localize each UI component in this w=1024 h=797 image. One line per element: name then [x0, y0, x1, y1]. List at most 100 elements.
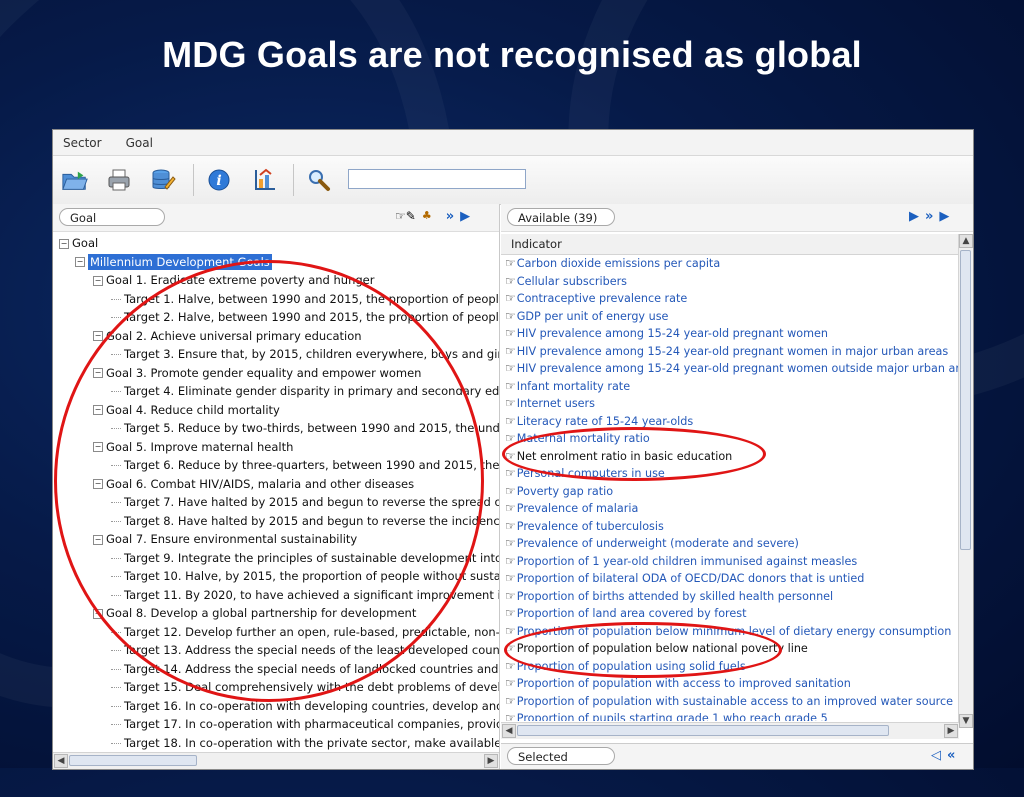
collapse-toggle-icon[interactable]: − — [93, 479, 103, 489]
tree-goal-node[interactable]: − Goal 6. Combat HIV/AIDS, malaria and ot… — [53, 475, 499, 494]
indicator-item[interactable]: ☞Literacy rate of 15-24 year-olds — [501, 413, 959, 431]
collapse-toggle-icon[interactable]: − — [75, 257, 85, 267]
indicator-item[interactable]: ☞Internet users — [501, 395, 959, 413]
indicator-item[interactable]: ☞Proportion of bilateral ODA of OECD/DAC… — [501, 570, 959, 588]
tree-goal-node[interactable]: − Goal 4. Reduce child mortality — [53, 401, 499, 420]
tree-target-item[interactable]: Target 8. Have halted by 2015 and begun … — [53, 512, 499, 531]
scroll-down-icon[interactable]: ▼ — [959, 714, 973, 728]
collapse-toggle-icon[interactable]: − — [93, 608, 103, 619]
indicator-item[interactable]: ☞Proportion of 1 year-old children immun… — [501, 553, 959, 571]
print-icon[interactable] — [105, 166, 133, 194]
tree-goal-node[interactable]: − Goal 3. Promote gender equality and emp… — [53, 364, 499, 383]
tree-target-item[interactable]: Target 12. Develop further an open, rule… — [53, 623, 499, 642]
selected-dropdown[interactable]: Selected — [507, 747, 615, 765]
tree-target-item[interactable]: Target 10. Halve, by 2015, the proportio… — [53, 567, 499, 586]
collapse-toggle-icon[interactable]: − — [93, 534, 103, 545]
tree-target-item[interactable]: Target 9. Integrate the principles of su… — [53, 549, 499, 568]
tree-target-item[interactable]: Target 6. Reduce by three-quarters, betw… — [53, 456, 499, 475]
indicator-item[interactable]: ☞Proportion of population using solid fu… — [501, 658, 959, 676]
collapse-toggle-icon[interactable]: − — [93, 405, 103, 415]
fast-forward-icon[interactable]: » — [446, 209, 454, 225]
goal-dropdown[interactable]: Goal — [59, 208, 165, 226]
indicator-item[interactable]: ☞Proportion of population below minimum … — [501, 623, 959, 641]
tree-goal-node[interactable]: − Goal 7. Ensure environmental sustainabi… — [53, 530, 499, 549]
tree-goal-node[interactable]: − Goal 8. Develop a global partnership fo… — [53, 604, 499, 623]
tree-goal-node[interactable]: − Millennium Development Goals — [53, 253, 499, 272]
collapse-toggle-icon[interactable]: − — [59, 238, 69, 249]
open-folder-icon[interactable] — [61, 166, 89, 194]
tree-target-item[interactable]: Target 13. Address the special needs of … — [53, 641, 499, 660]
indicator-item[interactable]: ☞HIV prevalence among 15-24 year-old pre… — [501, 325, 959, 343]
indicator-item[interactable]: ☞Net enrolment ratio in basic education — [501, 448, 959, 466]
scroll-up-icon[interactable]: ▲ — [959, 234, 973, 248]
collapse-toggle-icon[interactable]: − — [93, 368, 103, 378]
indicator-item[interactable]: ☞HIV prevalence among 15-24 year-old pre… — [501, 360, 959, 378]
indicator-item[interactable]: ☞Proportion of population with sustainab… — [501, 693, 959, 711]
indicator-item[interactable]: ☞HIV prevalence among 15-24 year-old pre… — [501, 343, 959, 361]
tree-target-item[interactable]: Target 11. By 2020, to have achieved a s… — [53, 586, 499, 605]
collapse-toggle-icon[interactable]: − — [93, 275, 103, 286]
database-edit-icon[interactable] — [149, 166, 177, 194]
scroll-thumb[interactable] — [517, 725, 889, 736]
indicator-item[interactable]: ☞Carbon dioxide emissions per capita — [501, 255, 959, 273]
indicator-item[interactable]: ☞Proportion of population below national… — [501, 640, 959, 658]
goal-tree-scrollbar[interactable]: ◀ ▶ — [53, 752, 499, 769]
info-icon[interactable]: i — [205, 166, 233, 194]
indicator-item[interactable]: ☞Proportion of land area covered by fore… — [501, 605, 959, 623]
indicator-item[interactable]: ☞Proportion of births attended by skille… — [501, 588, 959, 606]
tree-target-item[interactable]: Target 18. In co-operation with the priv… — [53, 734, 499, 752]
fast-forward-icon[interactable]: » — [925, 209, 933, 225]
export-chart-icon[interactable] — [251, 166, 279, 194]
scroll-right-icon[interactable]: ▶ — [484, 754, 498, 768]
scroll-left-icon[interactable]: ◀ — [54, 754, 68, 768]
tree-target-item[interactable]: Target 7. Have halted by 2015 and begun … — [53, 493, 499, 512]
scroll-thumb[interactable] — [960, 250, 971, 550]
tree-target-item[interactable]: Target 2. Halve, between 1990 and 2015, … — [53, 308, 499, 327]
tree-goal-node[interactable]: − Goal 1. Eradicate extreme poverty and h… — [53, 271, 499, 290]
indicator-item[interactable]: ☞Prevalence of tuberculosis — [501, 518, 959, 536]
indicator-item[interactable]: ☞Personal computers in use — [501, 465, 959, 483]
rewind-icon[interactable]: « — [947, 748, 955, 764]
indicator-item[interactable]: ☞Infant mortality rate — [501, 378, 959, 396]
search-icon[interactable] — [305, 166, 333, 194]
available-dropdown[interactable]: Available (39) — [507, 208, 615, 226]
indicator-item[interactable]: ☞Prevalence of malaria — [501, 500, 959, 518]
tree-target-item[interactable]: Target 3. Ensure that, by 2015, children… — [53, 345, 499, 364]
indicator-item[interactable]: ☞GDP per unit of energy use — [501, 308, 959, 326]
tree-goal-node[interactable]: − Goal — [53, 234, 499, 253]
tree-target-item[interactable]: Target 16. In co-operation with developi… — [53, 697, 499, 716]
collapse-toggle-icon[interactable]: − — [93, 442, 103, 452]
search-input[interactable] — [348, 169, 526, 189]
tree-target-item[interactable]: Target 14. Address the special needs of … — [53, 660, 499, 679]
indicator-item[interactable]: ☞Proportion of pupils starting grade 1 w… — [501, 710, 959, 721]
indicator-item[interactable]: ☞Prevalence of underweight (moderate and… — [501, 535, 959, 553]
indicator-item[interactable]: ☞Maternal mortality ratio — [501, 430, 959, 448]
tree-goal-node[interactable]: − Goal 5. Improve maternal health — [53, 438, 499, 457]
play-left-icon[interactable]: ◁ — [931, 748, 941, 764]
tree-target-item[interactable]: Target 5. Reduce by two-thirds, between … — [53, 419, 499, 438]
menu-goal[interactable]: Goal — [126, 136, 153, 150]
tree-item-label: Goal 3. Promote gender equality and empo… — [106, 365, 422, 380]
tree-target-item[interactable]: Target 15. Deal comprehensively with the… — [53, 678, 499, 697]
scroll-left-icon[interactable]: ◀ — [502, 724, 516, 738]
indicator-column-header[interactable]: Indicator — [501, 234, 959, 255]
indicator-item[interactable]: ☞Contraceptive prevalence rate — [501, 290, 959, 308]
menu-sector[interactable]: Sector — [63, 136, 102, 150]
indicator-item[interactable]: ☞Poverty gap ratio — [501, 483, 959, 501]
tree-goal-node[interactable]: − Goal 2. Achieve universal primary educa… — [53, 327, 499, 346]
indicator-horizontal-scrollbar[interactable]: ◀ ▶ — [501, 722, 959, 739]
scroll-thumb[interactable] — [69, 755, 197, 766]
tree-target-item[interactable]: Target 4. Eliminate gender disparity in … — [53, 382, 499, 401]
tree-target-item[interactable]: Target 1. Halve, between 1990 and 2015, … — [53, 290, 499, 309]
indicator-item[interactable]: ☞Proportion of population with access to… — [501, 675, 959, 693]
tree-target-item[interactable]: Target 17. In co-operation with pharmace… — [53, 715, 499, 734]
collapse-toggle-icon[interactable]: − — [93, 331, 103, 341]
indicator-item[interactable]: ☞Cellular subscribers — [501, 273, 959, 291]
scroll-right-icon[interactable]: ▶ — [944, 724, 958, 738]
hand-edit-icon[interactable]: ☞✎ — [395, 209, 416, 225]
indicator-vertical-scrollbar[interactable]: ▲ ▼ — [958, 234, 973, 728]
play-right-icon[interactable]: ▶ — [909, 209, 919, 225]
users-icon[interactable]: ♣ — [422, 209, 432, 225]
play-right-icon[interactable]: ▶ — [460, 209, 470, 225]
play-right-icon[interactable]: ▶ — [939, 209, 949, 225]
